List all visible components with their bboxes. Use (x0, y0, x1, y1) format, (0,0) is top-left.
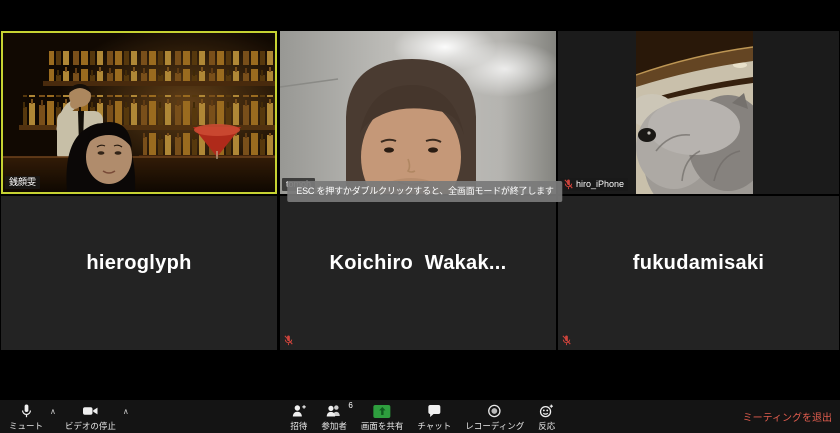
video-tile-man-face[interactable]: tomoh (280, 31, 556, 194)
muted-mic-icon (284, 335, 293, 346)
chat-bubble-icon (426, 403, 442, 419)
invite-label: 招待 (290, 420, 307, 432)
invite-person-icon (291, 403, 307, 419)
participant-name-text: 銭顔雯 (9, 177, 36, 188)
participant-name-label: hiro_iPhone (560, 178, 628, 191)
video-options-chevron-up-icon[interactable]: ∧ (123, 400, 131, 433)
participants-button[interactable]: 6 参加者 (314, 400, 354, 433)
stop-video-label: ビデオの停止 (65, 420, 116, 432)
mute-options-chevron-up-icon[interactable]: ∧ (50, 400, 58, 433)
chat-label: チャット (417, 420, 451, 432)
participants-icon (326, 403, 343, 419)
stop-video-button[interactable]: ビデオの停止 (58, 400, 123, 433)
mute-button[interactable]: ミュート (2, 400, 50, 433)
toolbar-left-group: ミュート ∧ ビデオの停止 ∧ (2, 400, 131, 433)
participant-name-text: Koichiro Wakak... (280, 252, 556, 275)
chat-button[interactable]: チャット (410, 400, 458, 433)
bar-video-frame (3, 33, 275, 192)
reactions-label: 反応 (538, 420, 555, 432)
reactions-icon (539, 403, 555, 419)
participant-name-text: hieroglyph (1, 252, 277, 275)
invite-button[interactable]: 招待 (283, 400, 314, 433)
muted-mic-icon (562, 335, 571, 346)
fullscreen-exit-tooltip: ESC を押すかダブルクリックすると、全画面モードが終了します (287, 181, 562, 202)
reactions-button[interactable]: 反応 (531, 400, 562, 433)
record-label: レコーディング (465, 420, 524, 432)
cat-video-frame (636, 31, 753, 194)
share-screen-icon (374, 405, 391, 418)
share-screen-label: 画面を共有 (361, 420, 404, 432)
participants-count-badge: 6 (348, 401, 352, 410)
man-video-frame (280, 31, 556, 194)
participant-name-text: hiro_iPhone (576, 179, 624, 190)
participants-label: 参加者 (321, 420, 347, 432)
meeting-toolbar: ミュート ∧ ビデオの停止 ∧ (0, 400, 840, 433)
video-tile-hieroglyph[interactable]: hieroglyph (1, 196, 277, 350)
leave-meeting-button[interactable]: ミーティングを退出 (743, 400, 832, 433)
microphone-icon (19, 403, 34, 419)
record-button[interactable]: レコーディング (458, 400, 531, 433)
zoom-meeting-window: 銭顔雯 (0, 0, 840, 433)
record-icon (487, 403, 503, 419)
mute-label: ミュート (9, 420, 43, 432)
video-tile-koichiro[interactable]: Koichiro Wakak... (280, 196, 556, 350)
toolbar-center-group: 招待 6 参加者 (283, 400, 562, 433)
participant-name-label: 銭顔雯 (5, 176, 40, 189)
video-tile-cat[interactable]: hiro_iPhone (558, 31, 839, 194)
video-tile-bar-scene[interactable]: 銭顔雯 (1, 31, 277, 194)
video-camera-icon (82, 403, 99, 419)
muted-mic-icon (564, 179, 573, 190)
share-screen-button[interactable]: 画面を共有 (354, 400, 411, 433)
video-tile-fukudamisaki[interactable]: fukudamisaki (558, 196, 839, 350)
participant-name-text: fukudamisaki (558, 252, 839, 275)
